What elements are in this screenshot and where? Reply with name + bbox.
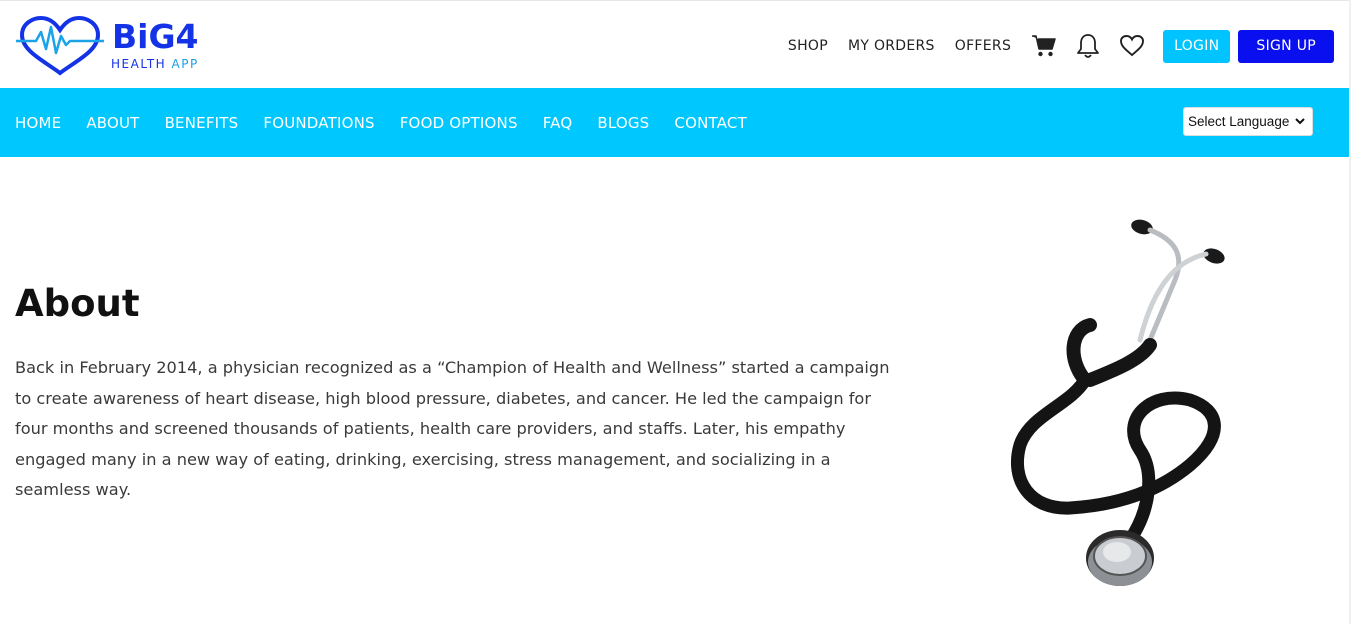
nav-benefits[interactable]: BENEFITS <box>165 114 239 132</box>
main-navigation-bar: HOME ABOUT BENEFITS FOUNDATIONS FOOD OPT… <box>0 88 1351 157</box>
top-navigation: SHOP MY ORDERS OFFERS LOGIN SIGN UP <box>788 29 1334 63</box>
heart-icon[interactable] <box>1119 33 1145 59</box>
nav-my-orders-link[interactable]: MY ORDERS <box>848 38 935 54</box>
nav-foundations[interactable]: FOUNDATIONS <box>263 114 374 132</box>
top-header: BiG4 HEALTH APP SHOP MY ORDERS OFFERS LO… <box>0 0 1351 88</box>
bell-icon[interactable] <box>1075 33 1101 59</box>
brand-logo[interactable]: BiG4 HEALTH APP <box>14 15 229 77</box>
nav-food-options[interactable]: FOOD OPTIONS <box>400 114 518 132</box>
heart-pulse-icon <box>16 15 104 76</box>
brand-tagline: HEALTH APP <box>111 57 199 71</box>
brand-tagline-health: HEALTH <box>111 57 167 71</box>
nav-shop-link[interactable]: SHOP <box>788 38 828 54</box>
nav-contact[interactable]: CONTACT <box>674 114 747 132</box>
main-nav-list: HOME ABOUT BENEFITS FOUNDATIONS FOOD OPT… <box>15 88 772 157</box>
login-button[interactable]: LOGIN <box>1163 29 1231 63</box>
nav-about[interactable]: ABOUT <box>86 114 139 132</box>
page-title: About <box>15 282 140 325</box>
cart-icon[interactable] <box>1031 33 1057 59</box>
nav-offers-link[interactable]: OFFERS <box>955 38 1011 54</box>
language-select[interactable]: Select Language <box>1183 107 1313 136</box>
stethoscope-image <box>1010 219 1225 586</box>
language-select-value: Select Language <box>1188 114 1290 129</box>
brand-tagline-app: APP <box>171 57 199 71</box>
nav-faq[interactable]: FAQ <box>543 114 573 132</box>
signup-button[interactable]: SIGN UP <box>1238 29 1334 63</box>
about-description: Back in February 2014, a physician recog… <box>15 358 890 500</box>
nav-blogs[interactable]: BLOGS <box>597 114 649 132</box>
nav-home[interactable]: HOME <box>15 114 61 132</box>
brand-name: BiG4 <box>112 17 199 56</box>
chevron-down-icon <box>1295 118 1305 125</box>
